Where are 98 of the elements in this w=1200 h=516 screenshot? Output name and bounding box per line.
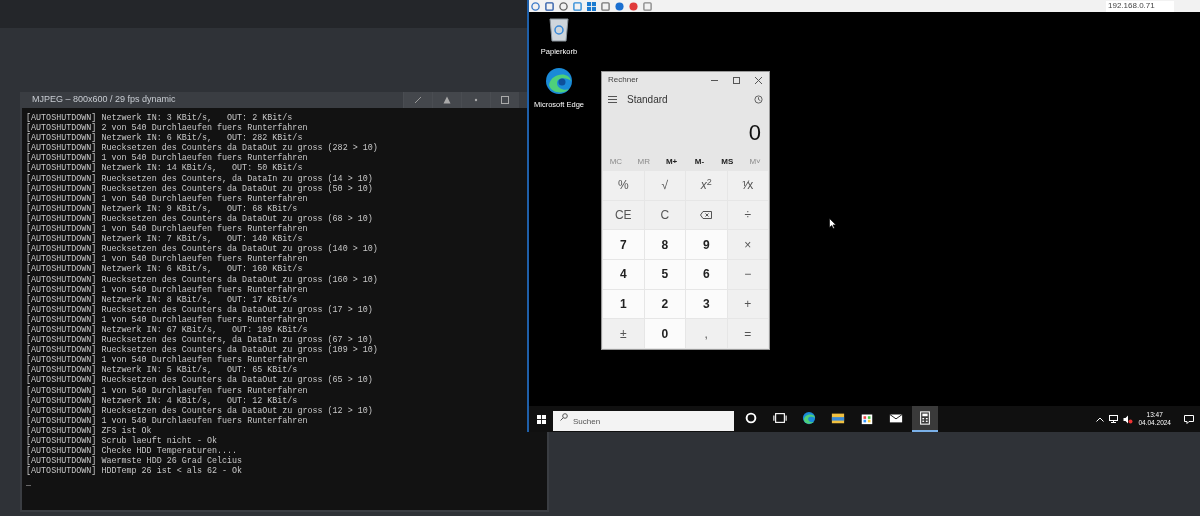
terminal-line: [AUTOSHUTDOWN] 1 von 540 Durchlaeufen fuers Runterfahren [26, 254, 308, 265]
windows-icon [536, 414, 546, 424]
taskview-icon [773, 411, 787, 425]
terminal-line: [AUTOSHUTDOWN] Netzwerk IN: 5 KBit/s, OUT: 65 KBit/s [26, 365, 298, 376]
terminal-line: [AUTOSHUTDOWN] Ruecksetzen des Counters da DataOut zu gross (12 > 10) [26, 405, 373, 416]
terminal-line: [AUTOSHUTDOWN] Netzwerk IN: 67 KBit/s, OUT: 109 KBit/s [26, 324, 308, 335]
calculator-key[interactable]: 0 [644, 319, 685, 348]
square-button[interactable] [490, 92, 519, 108]
explorer-icon [831, 411, 845, 425]
calculator-key[interactable]: ± [603, 319, 644, 348]
recycle-bin-icon[interactable] [547, 16, 571, 42]
terminal-line: [AUTOSHUTDOWN] Scrub laeuft nicht - Ok [26, 436, 217, 446]
terminal-line: [AUTOSHUTDOWN] 1 von 540 Durchlaeufen fuers Runterfahren [26, 355, 308, 366]
mode-title: Standard [627, 92, 669, 107]
terminal-line: [AUTOSHUTDOWN] Netzwerk IN: 8 KBit/s, OUT: 17 KBit/s [26, 294, 298, 305]
terminal-line: [AUTOSHUTDOWN] Netzwerk IN: 9 KBit/s, OUT: 68 KBit/s [26, 203, 298, 214]
memory-button[interactable]: M+ [657, 156, 686, 168]
calculator-key[interactable]: CE [603, 200, 644, 230]
menu-icon[interactable] [608, 95, 617, 103]
calculator-key[interactable]: 6 [686, 260, 727, 289]
search-icon [560, 412, 568, 421]
terminal-line: [AUTOSHUTDOWN] Ruecksetzen des Counters da DataOut zu gross (68 > 10) [26, 213, 373, 224]
calculator-key[interactable]: 1 [603, 289, 644, 319]
triangle-button[interactable] [432, 92, 461, 108]
mouse-pointer-icon [829, 218, 836, 229]
edge-icon [802, 411, 816, 425]
terminal-line: [AUTOSHUTDOWN] Ruecksetzen des Counters da DataOut zu gross (140 > 10) [26, 244, 378, 255]
terminal-line: [AUTOSHUTDOWN] Ruecksetzen des Counters da DataOut zu gross (65 > 10) [26, 375, 373, 386]
dot-button[interactable] [461, 92, 490, 108]
calculator-key[interactable]: 4 [603, 260, 644, 289]
calculator-key[interactable]: 5 [644, 260, 685, 289]
notification-icon[interactable] [1184, 414, 1194, 424]
terminal-line: [AUTOSHUTDOWN] Ruecksetzen des Counters da DataOut zu gross (50 > 10) [26, 183, 373, 194]
chevron-up-icon[interactable] [1096, 416, 1105, 422]
edge-icon[interactable] [545, 67, 573, 96]
cortana-icon [744, 411, 758, 425]
terminal-line: [AUTOSHUTDOWN] 1 von 540 Durchlaeufen fuers Runterfahren [26, 314, 308, 325]
memory-button[interactable]: M- [685, 156, 714, 168]
calculator-key[interactable]: 9 [686, 230, 727, 259]
history-icon[interactable] [754, 94, 763, 104]
terminal-line: [AUTOSHUTDOWN] Netzwerk IN: 6 KBit/s, OUT: 160 KBit/s [26, 264, 303, 275]
calculator-key[interactable]: ⅟x [727, 171, 768, 200]
terminal-cursor: _ [26, 478, 32, 489]
window-title: MJPEG – 800x600 / 29 fps dynamic [31, 93, 176, 107]
backspace-key[interactable] [686, 200, 727, 230]
terminal-line: [AUTOSHUTDOWN] 1 von 540 Durchlaeufen fuers Runterfahren [26, 193, 308, 204]
calculator-key[interactable]: = [727, 319, 768, 348]
calculator-key[interactable]: 2 [644, 289, 685, 319]
calculator-key[interactable]: ÷ [727, 200, 768, 230]
terminal-line: [AUTOSHUTDOWN] 1 von 540 Durchlaeufen fuers Runterfahren [26, 415, 308, 426]
calculator-key[interactable]: , [686, 319, 727, 348]
terminal-line: [AUTOSHUTDOWN] Ruecksetzen des Counters, da DataIn zu gross (67 > 10) [26, 335, 373, 346]
terminal-line: [AUTOSHUTDOWN] 1 von 540 Durchlaeufen fuers Runterfahren [26, 224, 308, 235]
calculator-key[interactable]: % [603, 171, 644, 200]
address-field[interactable]: 192.168.0.71 [1106, 0, 1174, 12]
expand-icon [414, 96, 422, 104]
calculator-key[interactable]: − [727, 260, 768, 289]
terminal-line: [AUTOSHUTDOWN] Ruecksetzen des Counters da DataOut zu gross (17 > 10) [26, 304, 373, 315]
terminal-line: [AUTOSHUTDOWN] Ruecksetzen des Counters, da DataIn zu gross (14 > 10) [26, 173, 373, 184]
windows-icon[interactable] [587, 1, 596, 11]
calculator-taskbar-button[interactable] [912, 406, 938, 432]
backspace-icon [700, 211, 713, 219]
terminal-line: [AUTOSHUTDOWN] Netzwerk IN: 4 KBit/s, OUT: 12 KBit/s [26, 395, 298, 406]
calculator-display: 0 [748, 118, 761, 147]
window-title: Rechner [608, 74, 639, 86]
terminal-line: [AUTOSHUTDOWN] ZFS ist Ok [26, 425, 152, 436]
terminal-line: [AUTOSHUTDOWN] Ruecksetzen des Counters da DataOut zu gross (109 > 10) [26, 345, 378, 356]
terminal-line: [AUTOSHUTDOWN] 2 von 540 Durchlaeufen fuers Runterfahren [26, 123, 308, 134]
dot-icon [472, 96, 480, 104]
calculator-key[interactable]: 7 [603, 230, 644, 259]
terminal-line: [AUTOSHUTDOWN] HDDTemp 26 ist < als 62 - Ok [26, 466, 243, 477]
terminal-line: [AUTOSHUTDOWN] 1 von 540 Durchlaeufen fuers Runterfahren [26, 284, 308, 295]
terminal-line: [AUTOSHUTDOWN] Ruecksetzen des Counters da DataOut zu gross (160 > 10) [26, 274, 378, 285]
terminal-line: [AUTOSHUTDOWN] Netzwerk IN: 6 KBit/s, OUT: 282 KBit/s [26, 133, 303, 144]
terminal-line: [AUTOSHUTDOWN] Checke HDD Temperaturen.... [26, 446, 238, 457]
network-icon[interactable] [1109, 415, 1119, 423]
terminal-line: [AUTOSHUTDOWN] 1 von 540 Durchlaeufen fuers Runterfahren [26, 153, 308, 164]
muted-speaker-icon[interactable] [1123, 414, 1134, 424]
calculator-key[interactable]: C [644, 200, 685, 230]
terminal-line: [AUTOSHUTDOWN] Waermste HDD 26 Grad Celcius [26, 456, 243, 467]
square-icon [501, 96, 509, 104]
search-field[interactable]: Suchen [553, 411, 734, 432]
calculator-key[interactable]: √ [644, 171, 685, 200]
terminal-line: [AUTOSHUTDOWN] Netzwerk IN: 3 KBit/s, OUT: 2 KBit/s [26, 113, 293, 123]
calculator-icon [918, 411, 932, 425]
terminal-line: [AUTOSHUTDOWN] Netzwerk IN: 14 KBit/s, OUT: 50 KBit/s [26, 163, 303, 174]
mail-icon [889, 411, 903, 425]
calculator-key[interactable]: 3 [686, 289, 727, 319]
triangle-icon [443, 96, 451, 104]
memory-button[interactable]: MS [713, 156, 742, 168]
maximize-icon [732, 76, 740, 84]
terminal-line: [AUTOSHUTDOWN] Netzwerk IN: 7 KBit/s, OUT: 140 KBit/s [26, 234, 303, 245]
calculator-key[interactable]: + [727, 289, 768, 319]
calculator-key[interactable]: × [727, 230, 768, 259]
terminal-line: [AUTOSHUTDOWN] 1 von 540 Durchlaeufen fuers Runterfahren [26, 385, 308, 396]
calculator-key[interactable]: x$^{2}$ [686, 171, 727, 200]
calculator-key[interactable]: 8 [644, 230, 685, 259]
terminal-line: [AUTOSHUTDOWN] Ruecksetzen des Counters da DataOut zu gross (282 > 10) [26, 143, 378, 154]
